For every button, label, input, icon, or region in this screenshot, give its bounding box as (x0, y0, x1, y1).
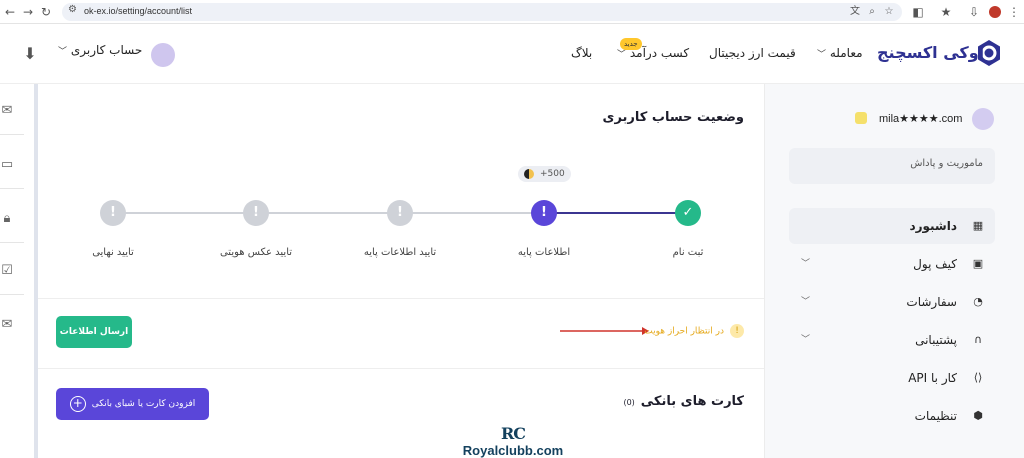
watermark: RC Royalclubb.com (458, 424, 568, 458)
section-divider (38, 368, 764, 369)
code-icon: ⟨⟩ (973, 371, 983, 384)
ticket-icon[interactable]: ✉ (0, 102, 14, 120)
wallet-icon: ▣ (972, 257, 984, 270)
bank-cards-title: کارت های بانکی (0) (623, 394, 744, 409)
step-3-label: تایید اطلاعات پایه (363, 247, 437, 258)
account-menu[interactable]: حساب کاربری ﹀ (58, 43, 142, 67)
bookmark-star-icon[interactable]: ☆ (882, 4, 896, 20)
step-1-label: ثبت نام (672, 247, 704, 258)
step-5-pending-alert-icon: ! (100, 200, 126, 226)
step-2-label: اطلاعات پایه (517, 247, 571, 258)
sidebar-item-support[interactable]: ∩ پشتیبانی ﹀ (789, 322, 995, 358)
lock-icon[interactable]: 🔒︎ (0, 210, 14, 228)
sidebar-item-label: کار با API (908, 371, 957, 385)
user-email: mila★★★★.com (879, 113, 963, 125)
watermark-site: Royalclubb.com (462, 443, 564, 458)
browser-profile-avatar[interactable] (989, 6, 1001, 18)
left-icon-rail: ✉ ▭ 🔒︎ ☑ ✉ (0, 84, 38, 458)
sidebar-item-wallet[interactable]: ▣ کیف پول ﹀ (789, 246, 995, 282)
grid-icon: ▦ (972, 219, 984, 232)
account-menu-label: حساب کاربری (70, 43, 143, 57)
add-bank-card-label: افزودن کارت یا شبای بانکی (91, 399, 196, 409)
nav-blog-label: بلاگ (571, 46, 593, 60)
chevron-down-icon: ﹀ (801, 335, 811, 345)
pie-chart-icon: ◔ (973, 295, 983, 308)
sidebar-item-label: داشبورد (909, 219, 957, 233)
settings-icon: ⬢ (973, 409, 983, 422)
nav-trade[interactable]: معامله ﹀ (817, 46, 863, 60)
rail-divider (0, 242, 24, 243)
forward-icon[interactable]: → (20, 4, 36, 20)
sidebar-item-label: سفارشات (906, 295, 957, 309)
rail-divider (0, 294, 24, 295)
download-app-icon[interactable]: ⬇ (20, 44, 40, 64)
brand-name[interactable]: اوکی اکسچنج (877, 43, 984, 62)
zoom-icon[interactable]: ⌕ (865, 4, 879, 20)
verification-status-text: در انتظار احراز هویت (644, 326, 724, 337)
bank-cards-count: (0) (623, 398, 635, 407)
nav-prices-label: قیمت ارز دیجیتال (709, 46, 796, 60)
back-icon[interactable]: ← (2, 4, 18, 20)
extensions-icon[interactable]: ◧ (910, 4, 926, 20)
sidebar: mila★★★★.com ماموریت و پاداش ▦ داشبورد ▣… (764, 84, 1024, 458)
bank-cards-title-text: کارت های بانکی (640, 394, 744, 409)
step-4-pending-alert-icon: ! (243, 200, 269, 226)
sidebar-item-api[interactable]: ⟨⟩ کار با API (789, 360, 995, 396)
step-5-label: تایید نهایی (92, 247, 134, 258)
watermark-logo: RC (500, 424, 526, 443)
browser-toolbar: ← → ↻ ⚙ ok-ex.io/setting/account/list 文 … (0, 0, 1024, 24)
step-3-pending-alert-icon: ! (387, 200, 413, 226)
verification-status: ! در انتظار احراز هویت (644, 324, 744, 338)
site-info-icon[interactable]: ⚙ (68, 4, 77, 15)
reload-icon[interactable]: ↻ (38, 4, 54, 20)
avatar[interactable] (972, 108, 994, 130)
section-divider (38, 298, 764, 299)
nav-trade-label: معامله (829, 46, 863, 60)
step-2-current-alert-icon: ! (531, 200, 557, 226)
address-bar[interactable]: ⚙ ok-ex.io/setting/account/list 文 ⌕ ☆ (62, 3, 902, 21)
nav-prices[interactable]: قیمت ارز دیجیتال (709, 46, 796, 60)
chevron-down-icon: ﹀ (617, 50, 627, 60)
app-header: اوکی اکسچنج معامله ﹀ قیمت ارز دیجیتال کس… (0, 24, 1024, 84)
sidebar-item-settings[interactable]: ⬢ تنظیمات (789, 398, 995, 434)
sidebar-item-label: پشتیبانی (915, 333, 957, 347)
nav-blog[interactable]: بلاگ (571, 46, 592, 60)
mission-reward-label: ماموریت و پاداش (910, 158, 983, 169)
headset-icon: ∩ (973, 333, 983, 346)
plus-circle-icon: + (69, 395, 86, 412)
reading-list-icon[interactable]: ★ (938, 4, 954, 20)
user-level-icon (855, 112, 867, 124)
avatar[interactable] (151, 43, 175, 67)
rail-divider (0, 134, 24, 135)
download-indicator-icon[interactable]: ⇩ (966, 4, 982, 20)
chevron-down-icon: ﹀ (58, 47, 68, 57)
monitor-icon[interactable]: ▭ (0, 156, 14, 174)
sidebar-item-label: تنظیمات (914, 409, 957, 423)
mail-icon[interactable]: ✉ (0, 316, 14, 334)
sidebar-item-dashboard[interactable]: ▦ داشبورد (789, 208, 995, 244)
add-bank-card-button[interactable]: افزودن کارت یا شبای بانکی + (56, 388, 209, 420)
verified-document-icon[interactable]: ☑ (0, 262, 14, 280)
chevron-down-icon: ﹀ (817, 50, 827, 60)
translate-icon[interactable]: 文 (848, 4, 862, 20)
warning-icon: ! (730, 324, 744, 338)
sidebar-item-orders[interactable]: ◔ سفارشات ﹀ (789, 284, 995, 320)
mission-reward-link[interactable]: ماموریت و پاداش (789, 148, 995, 184)
chevron-down-icon: ﹀ (801, 259, 811, 269)
step-4-label: تایید عکس هویتی (219, 247, 293, 258)
main-panel: وضعیت حساب کاربری +500 ✓ ! ! ! ! ثبت نام… (38, 84, 764, 458)
chevron-down-icon: ﹀ (801, 297, 811, 307)
red-arrow-annotation (560, 327, 649, 335)
browser-menu-icon[interactable]: ⋮ (1006, 4, 1022, 20)
send-info-button[interactable]: ارسال اطلاعات (56, 316, 132, 348)
url-text: ok-ex.io/setting/account/list (84, 6, 193, 16)
new-badge: جدید (620, 38, 642, 50)
step-1-done-check-icon: ✓ (675, 200, 701, 226)
sidebar-item-label: کیف پول (913, 257, 957, 271)
rail-divider (0, 188, 24, 189)
